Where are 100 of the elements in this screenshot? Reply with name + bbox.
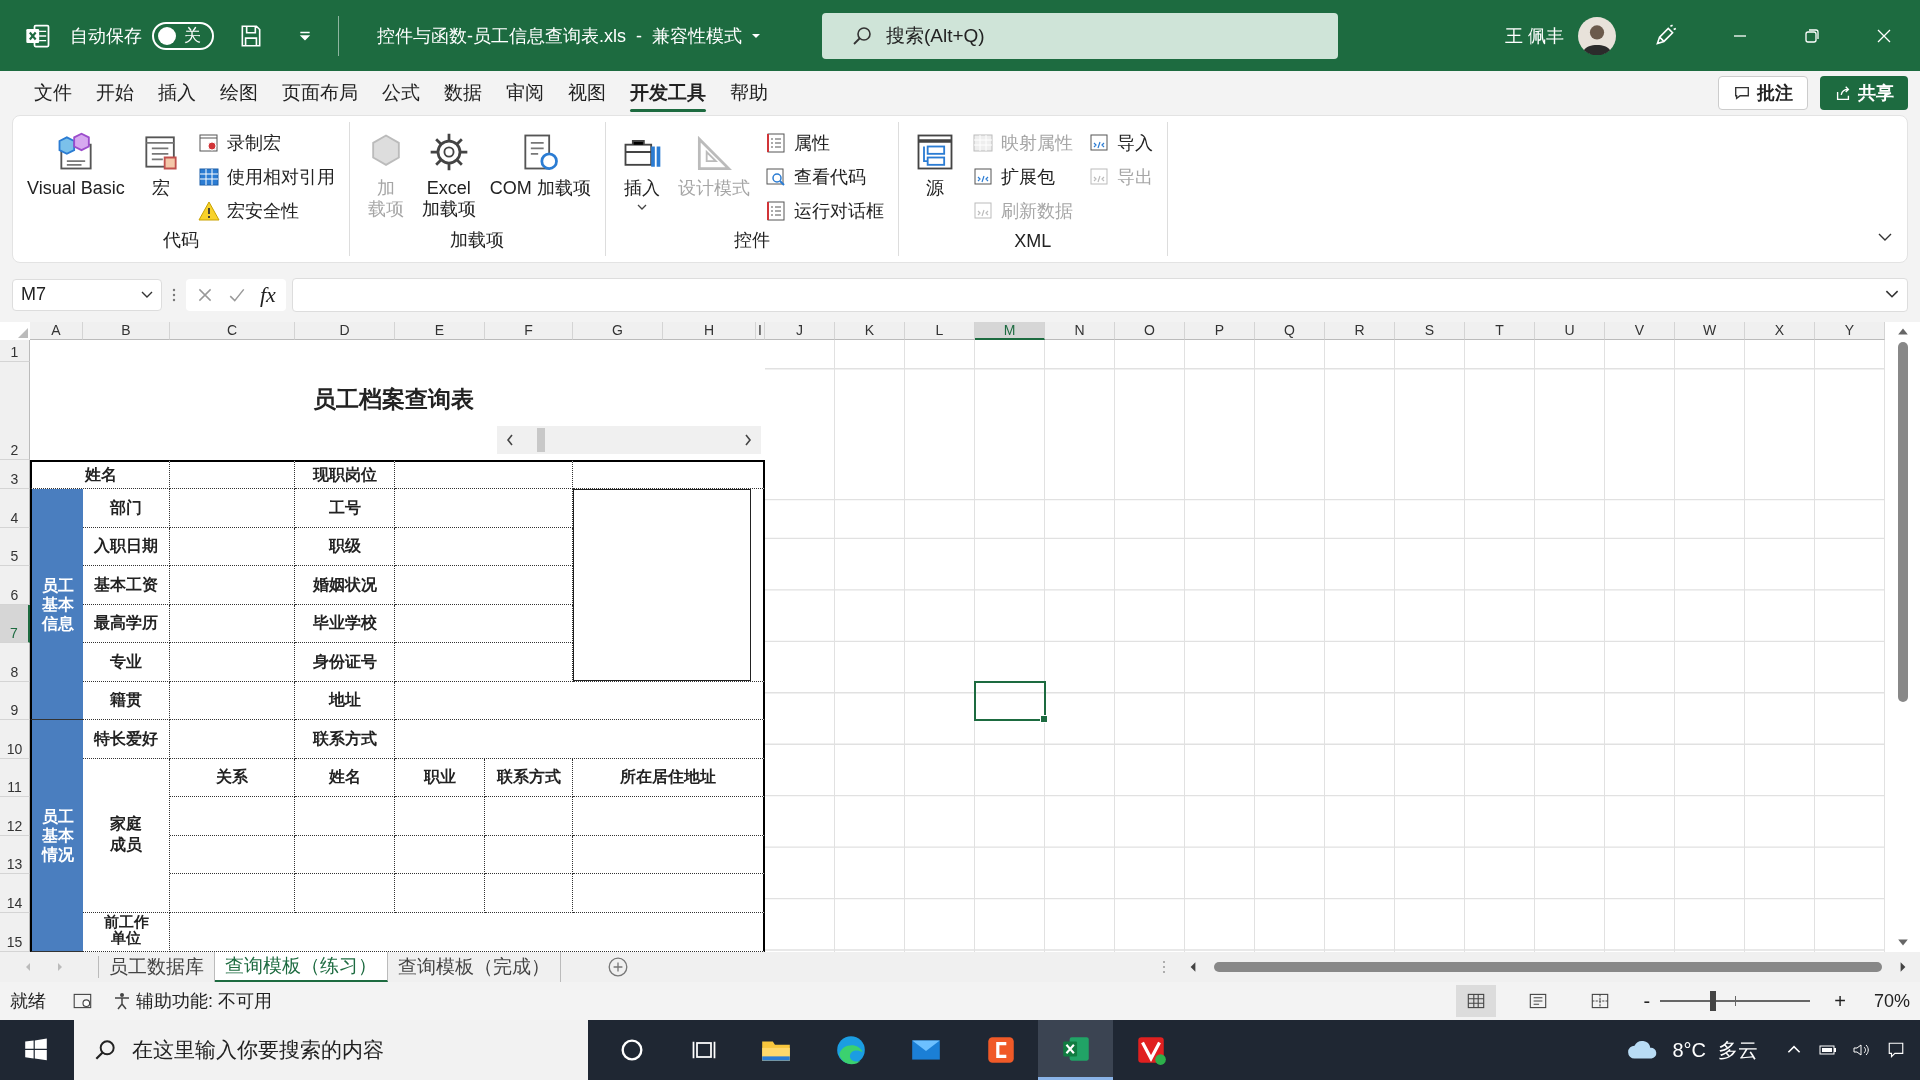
row-header[interactable]: 8 <box>0 643 30 682</box>
windows-logo-icon[interactable] <box>24 1038 48 1062</box>
table-cell[interactable] <box>573 874 765 913</box>
ribbon-button[interactable]: COM 加载项 <box>485 127 595 202</box>
column-header[interactable]: F <box>485 322 573 341</box>
column-header[interactable]: A <box>30 322 83 341</box>
ribbon-button[interactable]: 宏安全性 <box>192 195 339 226</box>
selected-cell[interactable] <box>974 680 1046 722</box>
row-header[interactable]: 10 <box>0 720 30 759</box>
notification-icon[interactable] <box>1886 1041 1906 1059</box>
menu-tab[interactable]: 帮助 <box>718 74 780 112</box>
weather-condition[interactable]: 多云 <box>1718 1036 1758 1064</box>
ribbon-button[interactable]: 录制宏 <box>192 127 339 158</box>
column-header[interactable]: J <box>765 322 835 341</box>
taskbar-search-field[interactable]: 在这里输入你要搜索的内容 <box>74 1020 588 1080</box>
zoom-out-button[interactable]: - <box>1643 989 1651 1013</box>
column-header[interactable]: K <box>835 322 905 341</box>
table-cell[interactable] <box>395 720 765 759</box>
column-header[interactable]: H <box>663 322 756 341</box>
ribbon-button[interactable]: 宏 <box>134 127 187 202</box>
column-header[interactable]: E <box>395 322 485 341</box>
scroll-bar-control[interactable] <box>497 426 761 455</box>
column-header[interactable]: Q <box>1255 322 1325 341</box>
column-header[interactable]: S <box>1395 322 1465 341</box>
row-header[interactable]: 2 <box>0 362 30 461</box>
table-cell[interactable] <box>295 835 395 875</box>
up-arrow-icon[interactable] <box>1896 326 1909 337</box>
column-header[interactable]: G <box>573 322 663 341</box>
table-cell[interactable] <box>573 797 765 836</box>
speaker-icon[interactable] <box>1852 1041 1872 1059</box>
table-cell[interactable] <box>170 797 295 836</box>
scroll-thumb[interactable] <box>1897 342 1908 703</box>
column-header[interactable]: N <box>1045 322 1115 341</box>
column-header[interactable]: Y <box>1815 322 1885 341</box>
ribbon-button[interactable]: 使用相对引用 <box>192 161 339 192</box>
menu-tab[interactable]: 公式 <box>370 74 432 112</box>
table-cell[interactable] <box>395 643 573 682</box>
ribbon-button[interactable]: 源 <box>908 127 961 202</box>
table-cell[interactable] <box>295 797 395 836</box>
ribbon-button[interactable]: 导入 <box>1082 127 1157 158</box>
table-cell[interactable] <box>170 643 295 682</box>
row-header[interactable]: 9 <box>0 681 30 721</box>
avatar-icon[interactable] <box>1578 16 1616 55</box>
menu-tab[interactable]: 视图 <box>556 74 618 112</box>
menu-tab[interactable]: 开发工具 <box>618 74 718 112</box>
menu-tab[interactable]: 数据 <box>432 74 494 112</box>
menu-tab[interactable]: 审阅 <box>494 74 556 112</box>
zoom-slider[interactable] <box>1709 991 1716 1012</box>
row-header[interactable]: 1 <box>0 340 30 363</box>
table-cell[interactable] <box>395 797 485 836</box>
table-cell[interactable] <box>295 874 395 913</box>
table-cell[interactable] <box>395 604 573 644</box>
column-header[interactable]: X <box>1745 322 1815 341</box>
column-header[interactable]: L <box>905 322 975 341</box>
column-header[interactable]: W <box>1675 322 1745 341</box>
table-cell[interactable] <box>395 835 485 875</box>
table-cell[interactable] <box>395 489 573 528</box>
zoom-in-button[interactable]: + <box>1834 989 1846 1013</box>
column-header[interactable]: P <box>1185 322 1255 341</box>
zoom-level[interactable]: 70% <box>1873 990 1910 1012</box>
table-cell[interactable] <box>485 874 573 913</box>
table-cell[interactable] <box>395 874 485 913</box>
insert-function-button[interactable]: fx <box>260 281 276 308</box>
row-header[interactable]: 5 <box>0 527 30 567</box>
user-name[interactable]: 王 佩丰 <box>1505 23 1564 48</box>
table-cell[interactable] <box>485 835 573 875</box>
table-cell[interactable] <box>395 681 765 721</box>
table-cell[interactable] <box>395 527 573 567</box>
row-header[interactable]: 12 <box>0 797 30 836</box>
weather-temperature[interactable]: 8°C <box>1672 1038 1706 1062</box>
share-button[interactable]: 共享 <box>1820 76 1908 110</box>
column-header[interactable]: O <box>1115 322 1185 341</box>
left-arrow-icon[interactable] <box>1188 961 1198 974</box>
name-box[interactable]: M7 <box>12 278 162 311</box>
right-arrow-icon[interactable] <box>1898 961 1908 974</box>
table-cell[interactable] <box>395 460 573 490</box>
row-header[interactable]: 15 <box>0 912 30 953</box>
row-header[interactable]: 4 <box>0 489 30 528</box>
table-cell[interactable] <box>573 460 765 490</box>
column-header[interactable]: B <box>83 322 170 341</box>
table-cell[interactable] <box>573 835 765 875</box>
table-cell[interactable] <box>170 489 295 528</box>
column-header[interactable]: U <box>1535 322 1605 341</box>
ribbon-button[interactable]: 扩展包 <box>966 161 1077 192</box>
collapse-ribbon-icon[interactable] <box>1877 231 1893 242</box>
table-cell[interactable] <box>170 681 295 721</box>
accessibility-button[interactable]: 辅助功能: 不可用 <box>112 989 272 1014</box>
ribbon-button[interactable]: Visual Basic <box>23 127 129 202</box>
table-cell[interactable] <box>170 460 295 490</box>
ribbon-button[interactable]: 属性 <box>759 127 888 158</box>
column-header[interactable]: C <box>170 322 295 341</box>
menu-tab[interactable]: 页面布局 <box>270 74 370 112</box>
add-sheet-icon[interactable] <box>607 956 629 979</box>
sheet-tab[interactable]: 查询模板（练习） <box>215 952 388 983</box>
table-cell[interactable] <box>170 527 295 567</box>
table-cell[interactable] <box>485 797 573 836</box>
table-cell[interactable] <box>170 566 295 605</box>
scroll-thumb[interactable] <box>537 428 545 453</box>
row-header[interactable]: 3 <box>0 460 30 490</box>
menu-tab[interactable]: 文件 <box>22 74 84 112</box>
